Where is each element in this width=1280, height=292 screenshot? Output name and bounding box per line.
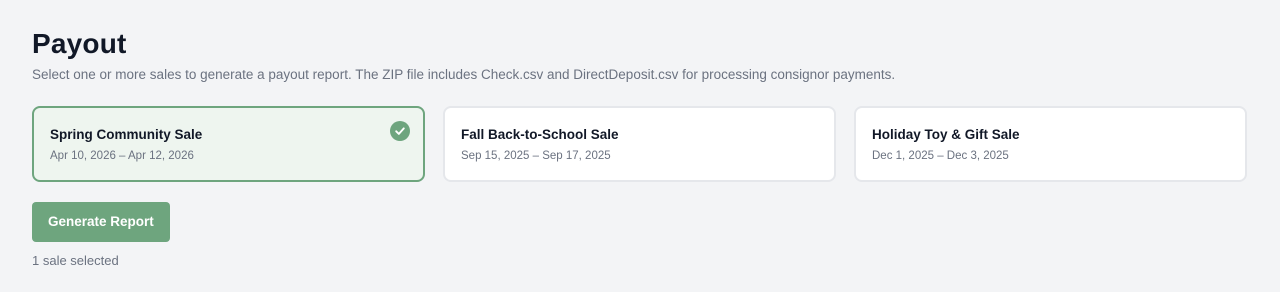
sale-name: Spring Community Sale: [50, 127, 203, 142]
sale-name: Holiday Toy & Gift Sale: [872, 127, 1020, 142]
sale-name: Fall Back-to-School Sale: [461, 127, 619, 142]
sale-cards: Spring Community Sale Apr 10, 2026 – Apr…: [32, 106, 1248, 182]
sale-dates: Dec 1, 2025 – Dec 3, 2025: [872, 150, 1009, 162]
sale-dates: Apr 10, 2026 – Apr 12, 2026: [50, 150, 194, 162]
sale-card-fall-back-to-school[interactable]: Fall Back-to-School Sale Sep 15, 2025 – …: [443, 106, 836, 182]
check-circle-icon: [390, 121, 410, 141]
sale-card-spring-community[interactable]: Spring Community Sale Apr 10, 2026 – Apr…: [32, 106, 425, 182]
sale-dates: Sep 15, 2025 – Sep 17, 2025: [461, 150, 611, 162]
selection-status: 1 sale selected: [32, 253, 119, 268]
payout-page: Payout Select one or more sales to gener…: [0, 0, 1280, 292]
page-title: Payout: [32, 28, 127, 59]
sale-card-holiday-toy-gift[interactable]: Holiday Toy & Gift Sale Dec 1, 2025 – De…: [854, 106, 1247, 182]
page-description: Select one or more sales to generate a p…: [32, 67, 896, 82]
generate-report-button[interactable]: Generate Report: [32, 202, 170, 242]
